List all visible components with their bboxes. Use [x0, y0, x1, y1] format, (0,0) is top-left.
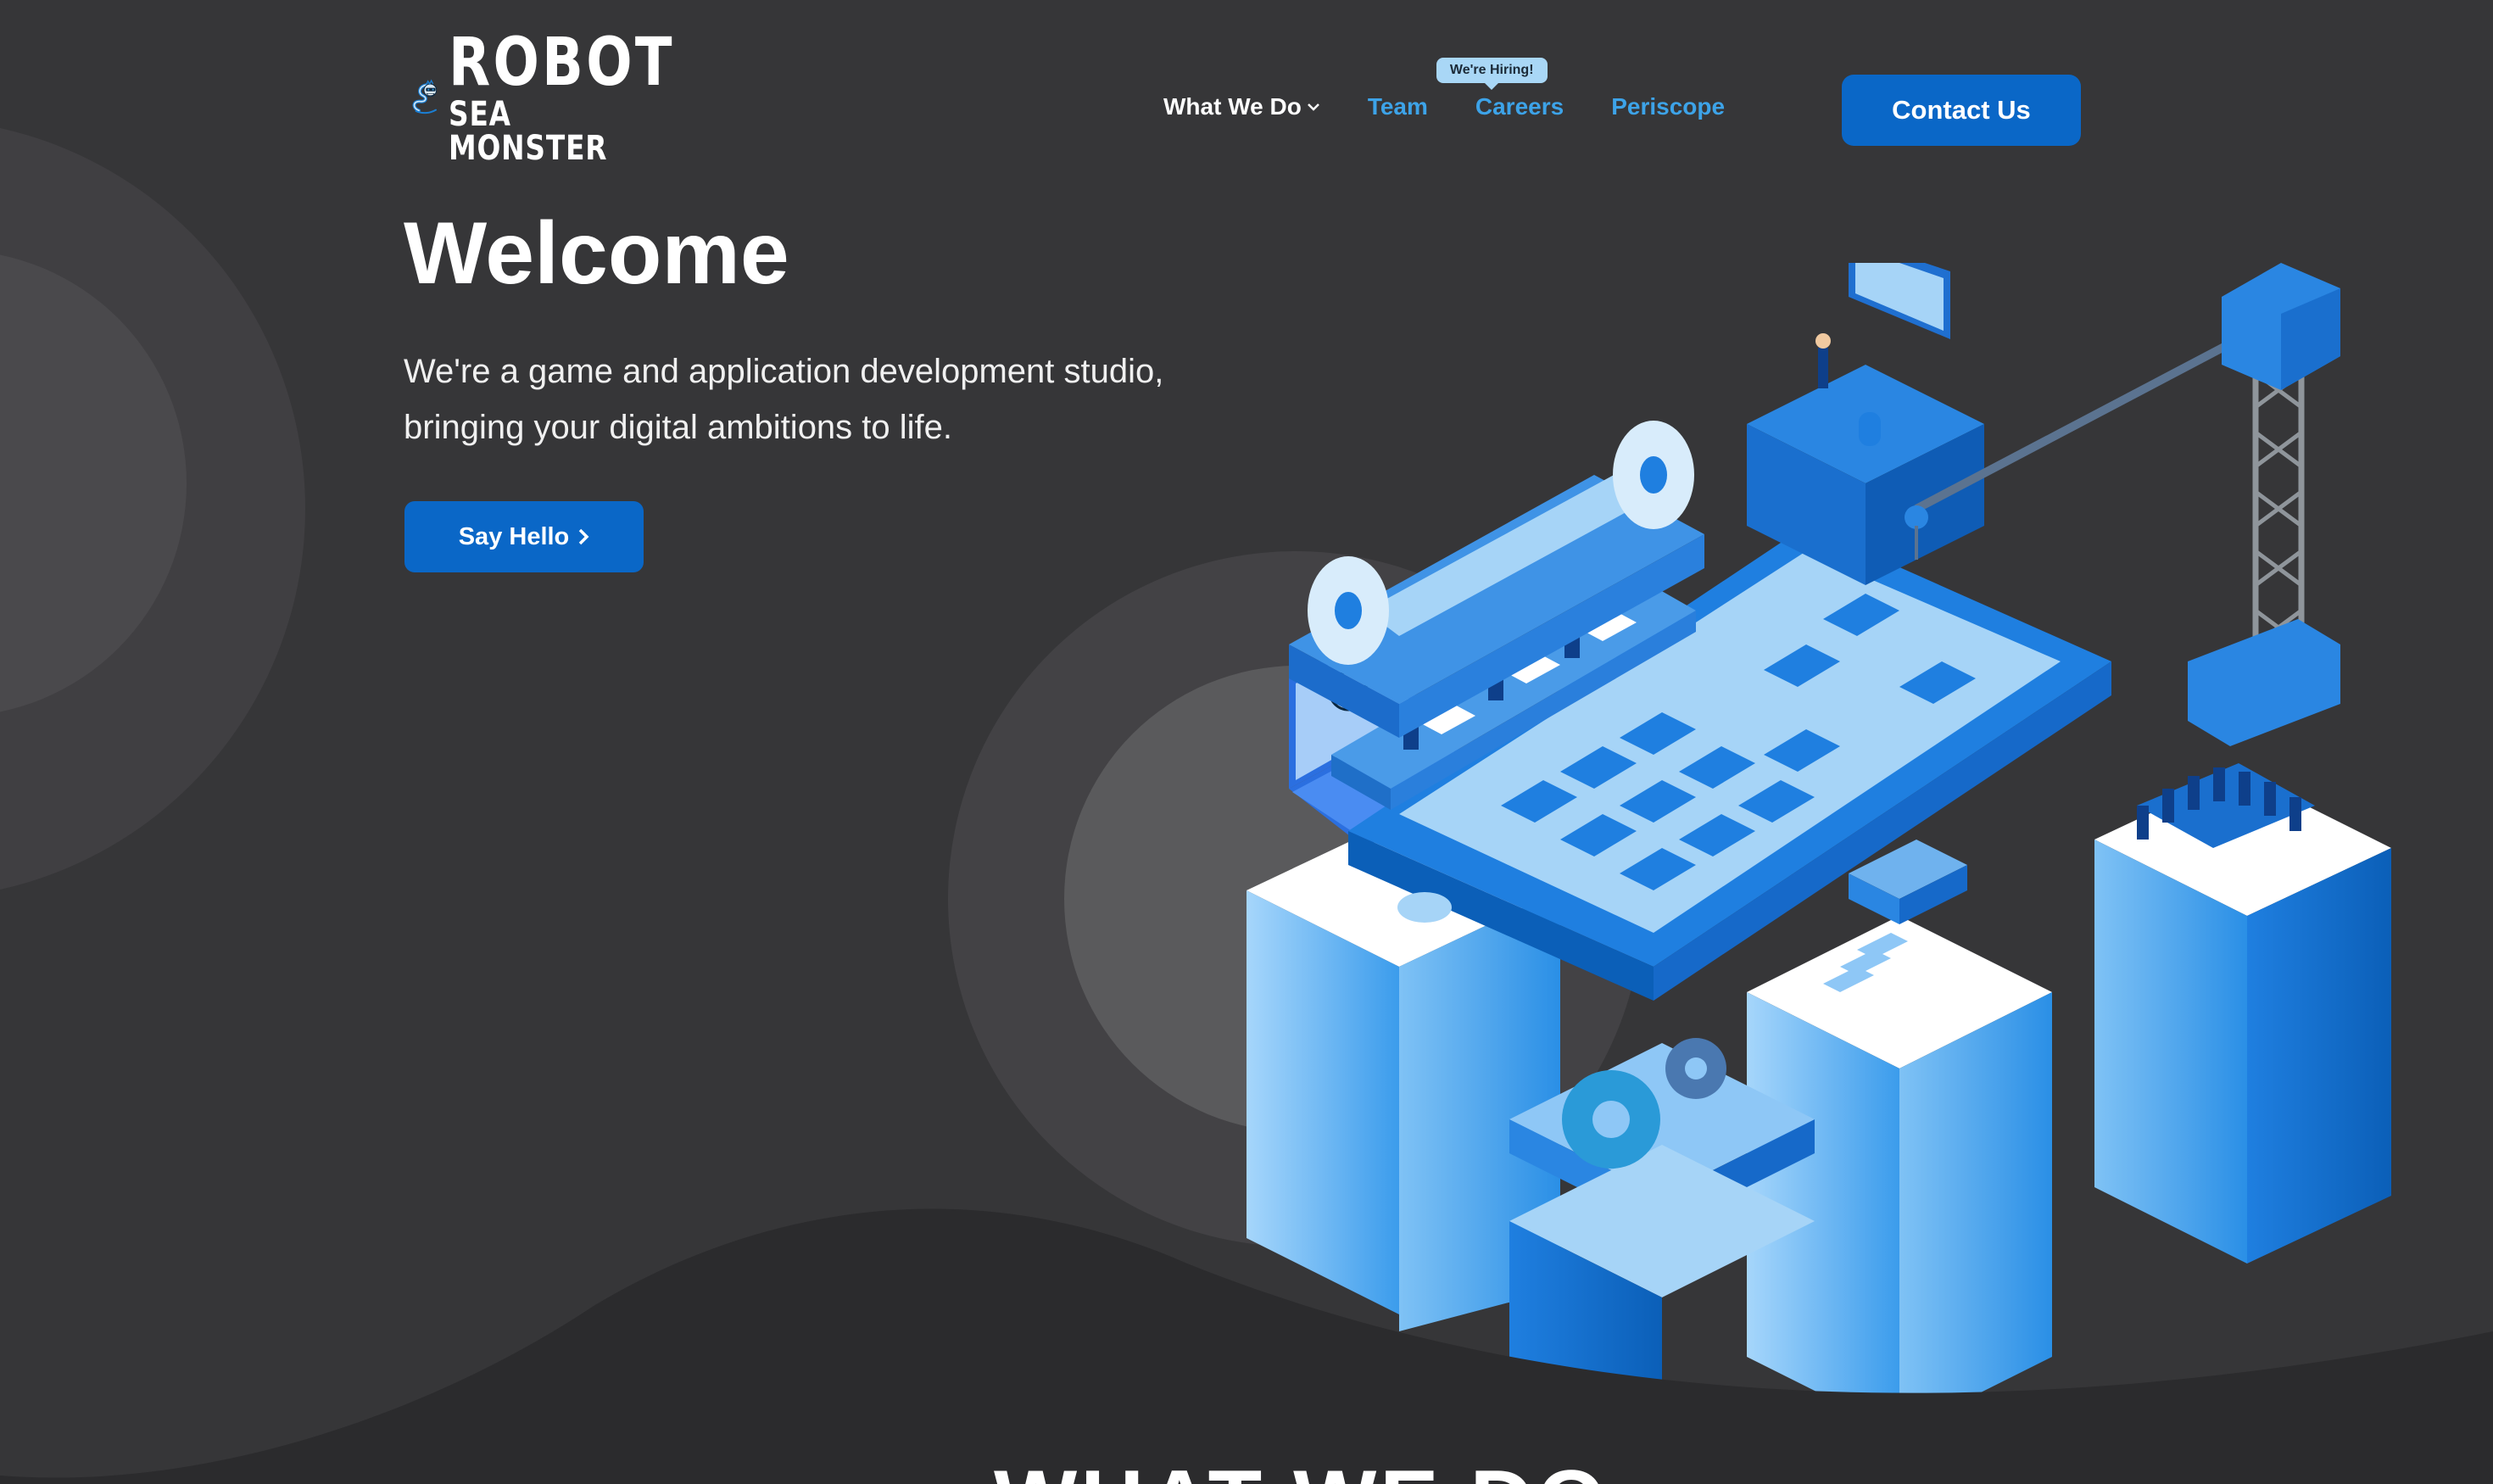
what-we-do-heading: WHAT WE DO	[994, 1452, 1609, 1484]
section-divider-wave	[0, 1208, 2493, 1484]
hero-subtitle: We're a game and application development…	[404, 353, 1164, 446]
nav-item-label: Careers	[1475, 93, 1564, 120]
chevron-down-icon	[1307, 103, 1319, 111]
nav-item-label: Team	[1367, 93, 1428, 120]
say-hello-label: Say Hello	[458, 522, 570, 550]
say-hello-button[interactable]: Say Hello	[404, 501, 644, 572]
brand-wordmark: ROBOT SEA MONSTER	[449, 30, 724, 165]
hiring-badge: We're Hiring!	[1436, 58, 1548, 90]
sea-monster-mascot-icon	[412, 79, 438, 114]
main-nav: What We Do Team We're Hiring! Careers Pe…	[1163, 58, 1725, 120]
contact-us-button[interactable]: Contact Us	[1842, 75, 2081, 146]
gear-icon-small	[1665, 1038, 1726, 1099]
nav-item-periscope[interactable]: Periscope	[1611, 93, 1725, 120]
nav-item-what-we-do[interactable]: What We Do	[1163, 93, 1320, 120]
chevron-right-icon	[579, 528, 589, 545]
nav-item-label: What We Do	[1163, 93, 1302, 120]
brand-name-line2: SEA MONSTER	[448, 94, 608, 168]
nav-item-careers[interactable]: We're Hiring! Careers	[1436, 58, 1564, 120]
hero-title: Welcome	[404, 204, 789, 303]
analytics-kiosk	[1747, 263, 1984, 585]
brand-logo[interactable]: ROBOT SEA MONSTER	[410, 30, 724, 165]
page: ROBOT SEA MONSTER What We Do Team We're …	[0, 0, 2493, 1484]
brand-name-line1: ROBOT	[448, 24, 675, 101]
nav-item-label: Periscope	[1611, 93, 1726, 120]
gear-icon	[1562, 1070, 1660, 1169]
nav-item-team[interactable]: Team	[1368, 93, 1428, 120]
